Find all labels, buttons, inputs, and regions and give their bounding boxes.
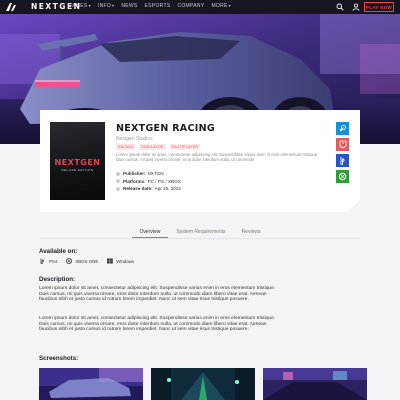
playstation-logo-icon — [40, 258, 44, 264]
steam-icon[interactable] — [336, 122, 349, 135]
genre-tag[interactable]: simulator — [139, 144, 166, 150]
publisher-icon — [116, 171, 120, 176]
user-icon[interactable] — [352, 3, 360, 11]
screenshot-thumbnail[interactable] — [39, 368, 143, 400]
xbox-logo-icon — [66, 258, 73, 264]
cover-subtitle: DELUXE EDITION — [61, 168, 94, 172]
search-icon[interactable] — [336, 3, 344, 11]
platforms-icon — [116, 179, 120, 184]
content-tabs: Overview System Requirements Reviews — [0, 226, 400, 238]
genre-tag[interactable]: racing — [116, 144, 136, 150]
windows-logo-icon — [107, 258, 114, 264]
genre-tags: racing simulator multiplayer — [116, 144, 201, 150]
nav-link-games[interactable]: GAMES▾ — [68, 3, 91, 9]
fact-publisher: Publisher: NXTGN — [116, 171, 181, 176]
description-paragraph: Lorem ipsum dolor sit amet, consectetur … — [39, 286, 276, 302]
xbox-icon[interactable] — [336, 170, 349, 183]
nav-links: GAMES▾ INFO▾ NEWS ESPORTS COMPANY MORE▾ — [68, 3, 231, 9]
description-paragraph: Lorem ipsum dolor sit amet, consectetur … — [39, 316, 276, 332]
store-links — [336, 122, 349, 183]
platform-list: PS4 XBOX ONE Windows — [39, 258, 134, 264]
screenshot-thumbnail[interactable] — [151, 368, 255, 400]
description-heading: Description: — [39, 276, 76, 283]
nav-link-more[interactable]: MORE▾ — [211, 3, 231, 9]
platform-xbox-one: XBOX ONE — [65, 258, 98, 264]
tab-system-requirements[interactable]: System Requirements — [168, 226, 233, 238]
nav-link-news[interactable]: NEWS — [121, 3, 137, 9]
tab-overview[interactable]: Overview — [131, 226, 169, 238]
tab-reviews[interactable]: Reviews — [234, 226, 269, 238]
epic-icon[interactable] — [336, 138, 349, 151]
platform-ps4: PS4 — [39, 258, 57, 264]
play-now-button[interactable]: PLAY NOW — [364, 2, 394, 12]
game-title: NEXTGEN RACING — [116, 123, 215, 134]
game-info-card: NEXTGEN DELUXE EDITION NEXTGEN RACING Ne… — [40, 110, 360, 212]
calendar-icon — [116, 186, 120, 191]
game-blurb: Lorem ipsum dolor sit amet, consectetur … — [116, 152, 319, 162]
playstation-icon[interactable] — [336, 154, 349, 167]
screenshot-thumbnail[interactable] — [263, 368, 367, 400]
available-on-heading: Available on: — [39, 248, 78, 255]
platform-windows: Windows — [106, 258, 134, 264]
genre-tag[interactable]: multiplayer — [169, 144, 201, 150]
nav-link-info[interactable]: INFO▾ — [98, 3, 114, 9]
cover-title: NEXTGEN — [54, 158, 101, 167]
top-nav: NEXTGEN GAMES▾ INFO▾ NEWS ESPORTS COMPAN… — [0, 0, 400, 14]
screenshot-gallery — [39, 368, 367, 400]
screenshots-heading: Screenshots: — [39, 355, 79, 362]
studio-name: Nextgen Studios — [116, 136, 153, 142]
game-facts: Publisher: NXTGN Platforms: PC / PS / XBOX… — [116, 171, 181, 194]
tabs-divider — [40, 238, 360, 239]
brand-logo-icon[interactable] — [6, 3, 16, 11]
nav-icons — [336, 3, 360, 11]
game-cover-art: NEXTGEN DELUXE EDITION — [50, 122, 105, 200]
fact-release-date: Release date: Apr 25, 2022 — [116, 186, 181, 191]
fact-platforms: Platforms: PC / PS / XBOX — [116, 179, 181, 184]
nav-link-esports[interactable]: ESPORTS — [145, 3, 171, 9]
nav-link-company[interactable]: COMPANY — [177, 3, 204, 9]
